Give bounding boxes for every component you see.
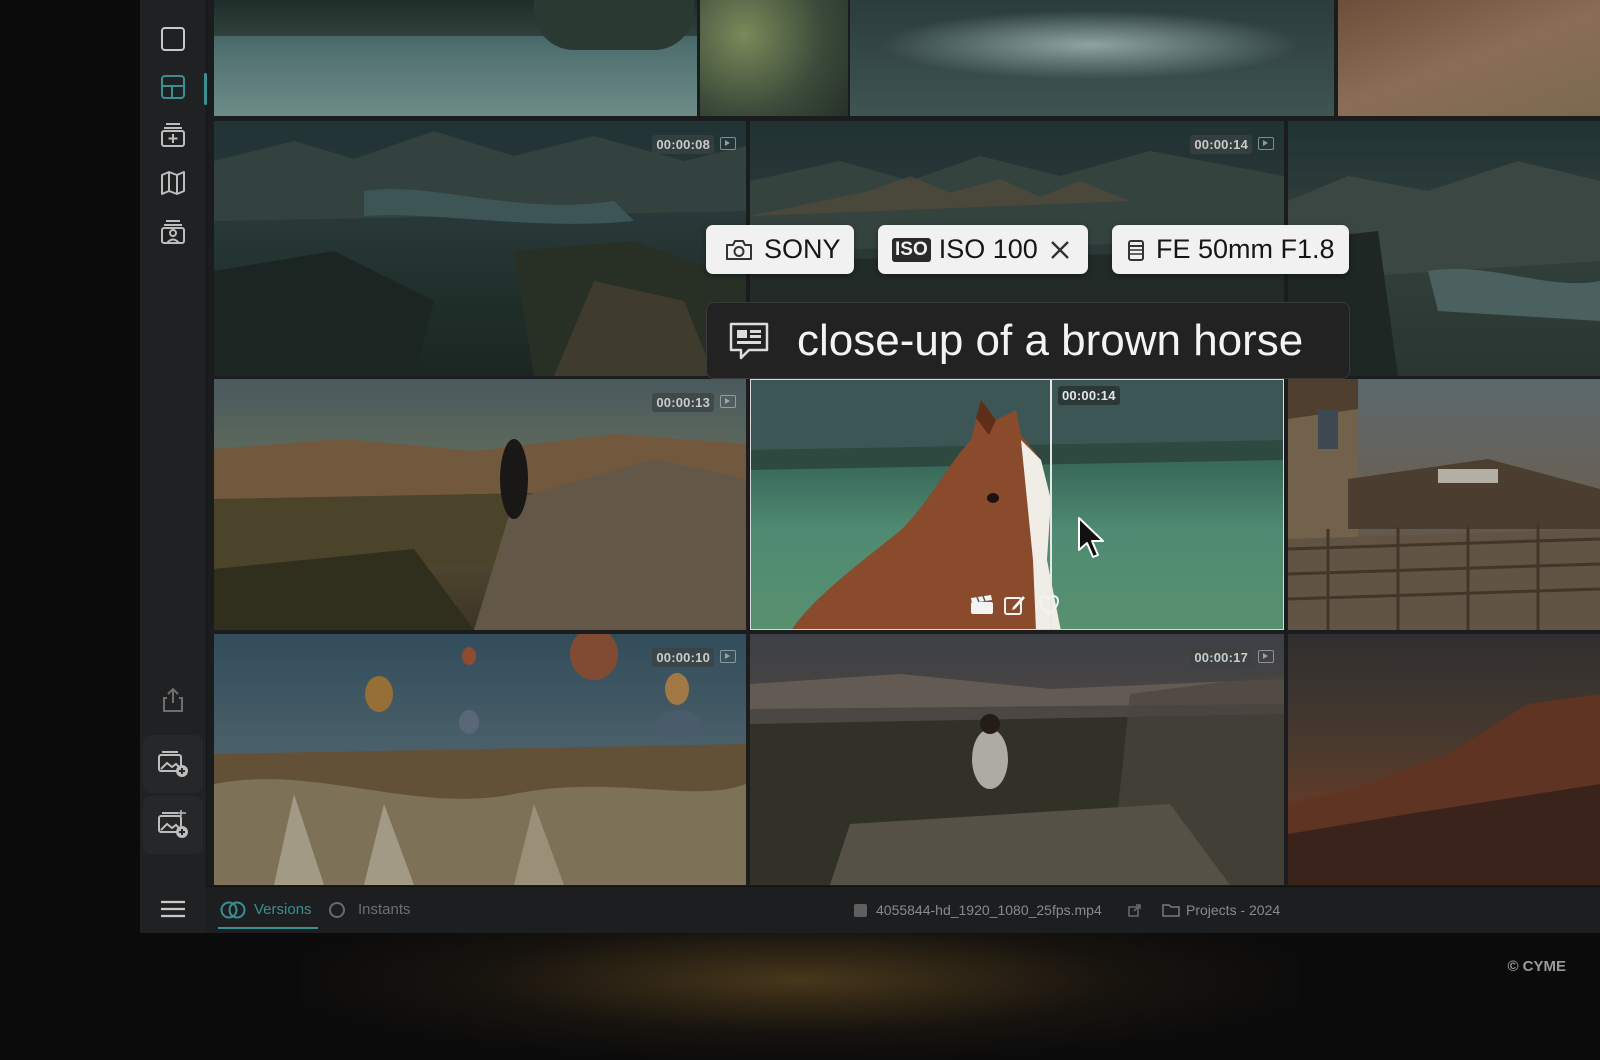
clapperboard-icon[interactable] xyxy=(969,594,995,616)
menu-icon[interactable] xyxy=(153,889,193,929)
play-icon[interactable] xyxy=(1258,137,1274,150)
share-icon[interactable] xyxy=(153,680,193,720)
status-bar: Versions Instants 4055844-hd_1920_1080_2… xyxy=(206,886,1600,933)
single-view-icon[interactable] xyxy=(153,19,193,59)
versions-toggle-icon[interactable] xyxy=(220,901,246,919)
duration-label: 00:00:14 xyxy=(1190,135,1252,154)
instants-toggle-icon[interactable] xyxy=(329,902,345,918)
duration-label: 00:00:10 xyxy=(652,648,714,667)
media-tile[interactable] xyxy=(1288,634,1600,885)
camera-icon xyxy=(724,238,764,262)
media-grid: 00:00:08 00:00:14 00:00:13 00:00:14 00:0… xyxy=(214,0,1600,885)
caption-text: close-up of a brown horse xyxy=(797,315,1304,365)
mouse-cursor-icon xyxy=(1075,516,1107,560)
sidebar xyxy=(140,0,207,933)
app-window: 00:00:08 00:00:14 00:00:13 00:00:14 00:0… xyxy=(140,0,1600,933)
file-name[interactable]: 4055844-hd_1920_1080_25fps.mp4 xyxy=(876,902,1102,918)
lens-icon xyxy=(1126,237,1156,263)
media-tile[interactable] xyxy=(850,0,1334,116)
camera-chip[interactable]: SONY xyxy=(706,225,854,274)
folder-name[interactable]: Projects - 2024 xyxy=(1186,902,1280,918)
duration-label: 00:00:08 xyxy=(652,135,714,154)
iso-badge-icon: ISO xyxy=(892,237,931,262)
favorite-icon[interactable] xyxy=(1036,593,1062,617)
media-tile[interactable] xyxy=(214,0,697,116)
media-tile[interactable] xyxy=(700,0,848,116)
grid-view-icon[interactable] xyxy=(153,67,207,107)
people-icon[interactable] xyxy=(153,212,193,252)
add-photos-icon[interactable] xyxy=(143,735,203,793)
media-tile[interactable]: 00:00:10 xyxy=(214,634,746,885)
external-link-icon[interactable] xyxy=(1128,904,1141,917)
media-tile[interactable] xyxy=(1288,379,1600,630)
import-media-icon[interactable] xyxy=(143,796,203,854)
edit-icon[interactable] xyxy=(1003,593,1027,617)
media-tile[interactable]: 00:00:08 xyxy=(214,121,746,376)
media-tile-selected[interactable]: 00:00:14 xyxy=(750,379,1284,630)
map-icon[interactable] xyxy=(153,163,193,203)
play-icon[interactable] xyxy=(720,137,736,150)
caption-box: close-up of a brown horse xyxy=(706,302,1350,379)
media-tile[interactable]: 00:00:13 xyxy=(214,379,746,630)
duration-label: 00:00:14 xyxy=(1058,386,1120,405)
play-icon[interactable] xyxy=(720,650,736,663)
iso-label: ISO 100 xyxy=(938,234,1038,264)
lens-chip[interactable]: FE 50mm F1.8 xyxy=(1112,225,1349,274)
close-icon[interactable] xyxy=(1048,238,1082,262)
instants-tab[interactable]: Instants xyxy=(358,901,411,918)
media-tile[interactable]: 00:00:17 xyxy=(750,634,1284,885)
media-tile[interactable] xyxy=(1338,0,1600,116)
versions-tab[interactable]: Versions xyxy=(254,901,312,918)
caption-icon xyxy=(727,320,771,362)
folder-icon xyxy=(1162,902,1180,918)
add-collection-icon[interactable] xyxy=(153,115,193,155)
play-icon[interactable] xyxy=(720,395,736,408)
active-tab-indicator xyxy=(218,927,318,929)
copyright-text: © CYME xyxy=(1507,958,1566,975)
lens-label: FE 50mm F1.8 xyxy=(1156,234,1335,264)
camera-label: SONY xyxy=(764,234,841,264)
duration-label: 00:00:17 xyxy=(1190,648,1252,667)
file-icon xyxy=(854,904,867,917)
iso-chip[interactable]: ISO ISO 100 xyxy=(878,225,1088,274)
play-icon[interactable] xyxy=(1258,650,1274,663)
duration-label: 00:00:13 xyxy=(652,393,714,412)
